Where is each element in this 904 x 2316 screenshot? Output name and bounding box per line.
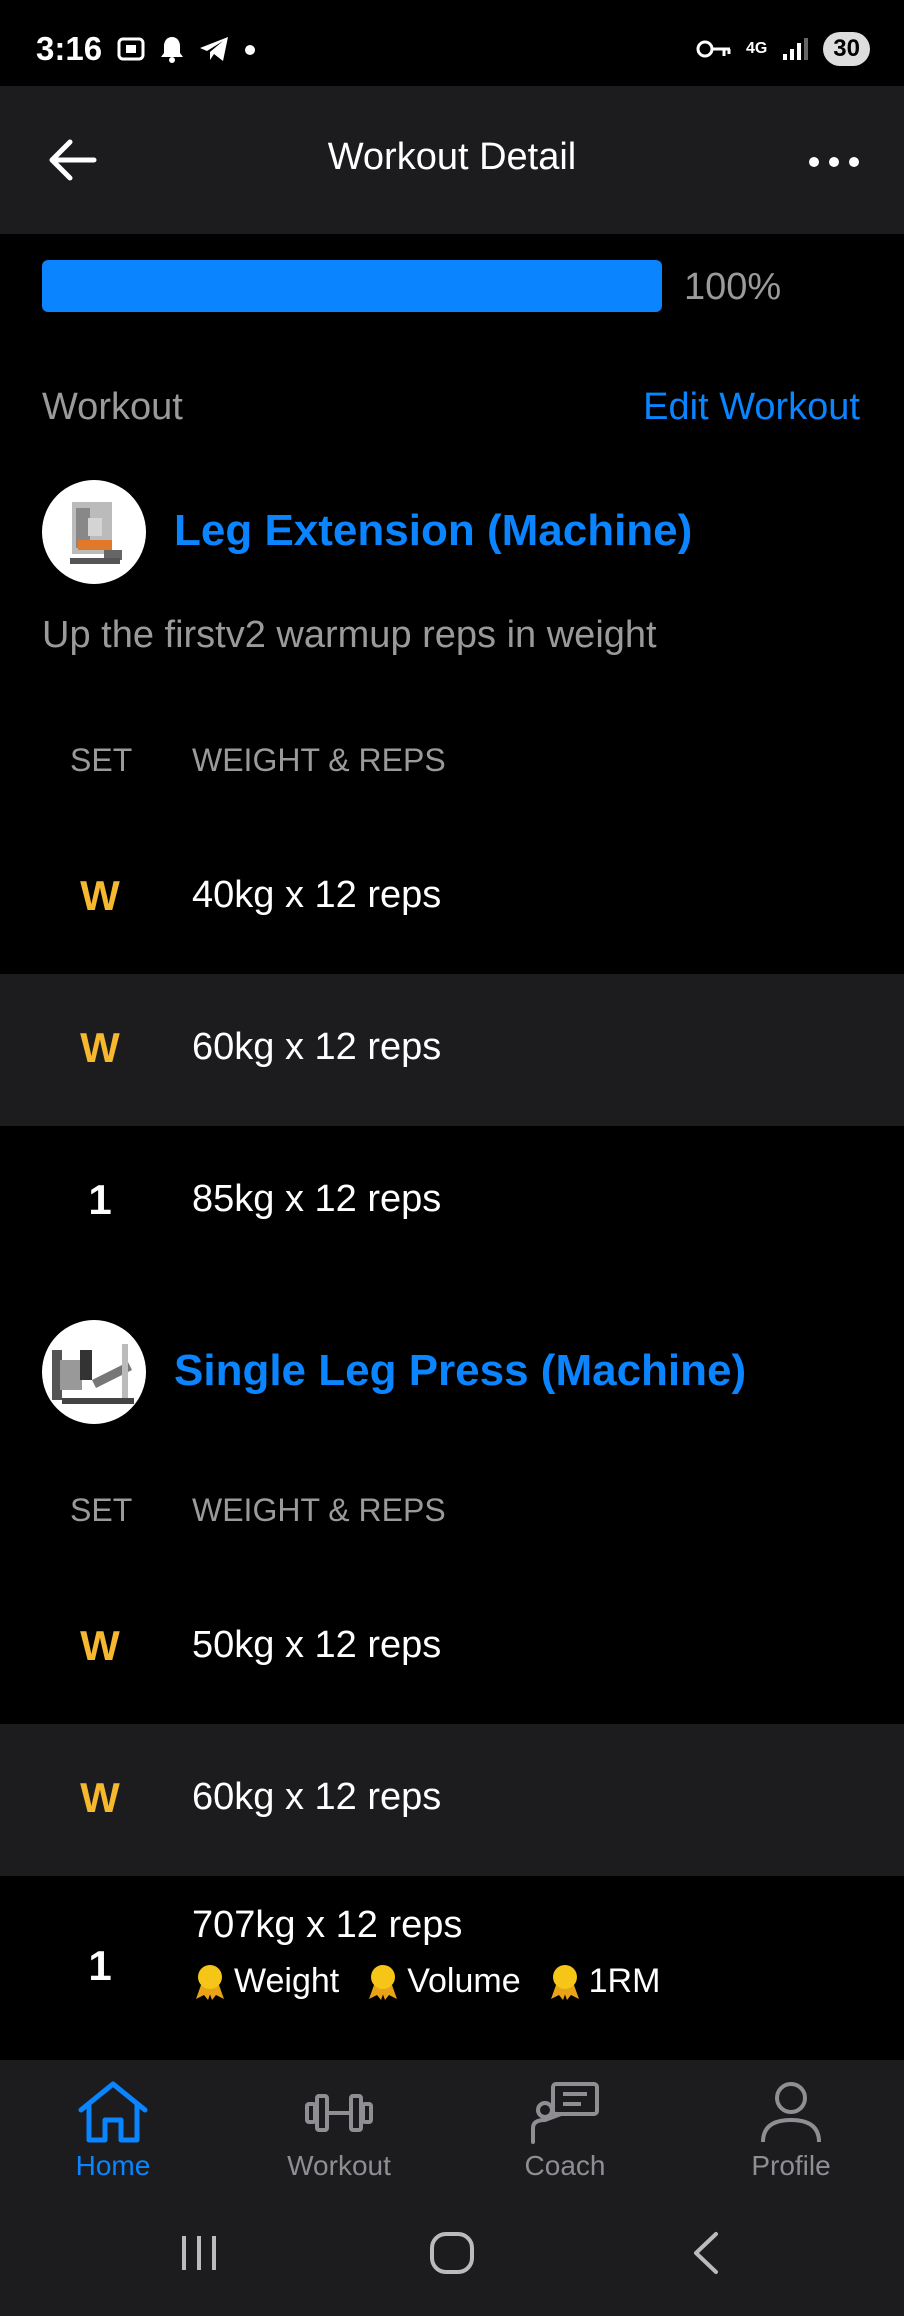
set-column-header: SET — [70, 742, 133, 778]
screenshot-icon — [117, 37, 145, 61]
weight-reps: 60kg x 12 reps — [192, 1776, 442, 1818]
set-number: 1 — [88, 1942, 112, 1989]
exercise-thumbnail[interactable] — [42, 1320, 146, 1424]
more-options-icon[interactable] — [804, 142, 864, 182]
section-heading: Workout — [42, 386, 183, 428]
home-icon — [78, 2081, 148, 2143]
recent-apps-icon[interactable] — [176, 2230, 222, 2276]
pr-badge: 1RM — [547, 1962, 661, 2001]
exercise-note: Up the firstv2 warmup reps in weight — [42, 614, 657, 656]
nav-item-profile[interactable]: Profile — [678, 2078, 904, 2182]
nav-label: Coach — [524, 2150, 606, 2181]
status-time: 3:16 — [36, 30, 103, 67]
pr-label: Weight — [234, 1962, 340, 2000]
network-type: 4G — [745, 40, 768, 57]
exercise-thumbnail[interactable] — [42, 480, 146, 584]
nav-item-home[interactable]: Home — [0, 2078, 226, 2182]
bell-icon — [161, 37, 183, 63]
medal-icon — [369, 1964, 398, 2000]
progress-percent: 100% — [684, 266, 782, 308]
nav-item-coach[interactable]: Coach — [452, 2078, 678, 2182]
bottom-navigation: Home Workout Coach Profile — [0, 2060, 904, 2194]
weight-reps: 50kg x 12 reps — [192, 1624, 442, 1666]
dot-icon — [245, 45, 255, 55]
set-row: 1 85kg x 12 reps — [0, 1126, 904, 1278]
set-row: W 50kg x 12 reps — [0, 1572, 904, 1724]
set-column-header: SET — [70, 1492, 133, 1528]
leg-extension-machine-icon — [70, 502, 122, 564]
progress-bar — [42, 260, 662, 312]
pr-badge: Volume — [365, 1962, 521, 2001]
pr-label: Volume — [407, 1962, 521, 2000]
set-number: W — [80, 872, 120, 919]
weight-reps: 60kg x 12 reps — [192, 1026, 442, 1068]
medal-icon — [550, 1964, 579, 2000]
signal-icon — [783, 38, 809, 60]
medal-icon — [196, 1964, 224, 2000]
weight-reps: 85kg x 12 reps — [192, 1178, 442, 1220]
system-navigation-bar — [0, 2194, 904, 2316]
set-number: W — [80, 1622, 120, 1669]
exercise-name[interactable]: Single Leg Press (Machine) — [174, 1346, 746, 1396]
status-right-icons: 4G 30 — [696, 32, 870, 66]
personal-record-badges: Weight Volume 1RM — [192, 1962, 660, 2001]
set-row: 1 707kg x 12 reps Weight Volume 1RM — [0, 1876, 904, 2060]
set-number: W — [80, 1774, 120, 1821]
weight-reps-column-header: WEIGHT & REPS — [192, 742, 446, 778]
weight-reps-column-header: WEIGHT & REPS — [192, 1492, 446, 1528]
set-row: W 60kg x 12 reps — [0, 974, 904, 1126]
set-number: W — [80, 1024, 120, 1071]
nav-label: Workout — [287, 2150, 391, 2181]
status-bar: 3:16 4G 30 — [0, 0, 904, 86]
status-left-icons — [116, 34, 258, 64]
set-row: W 60kg x 12 reps — [0, 1724, 904, 1876]
app-bar: Workout Detail — [0, 86, 904, 234]
weight-reps: 40kg x 12 reps — [192, 874, 442, 916]
page-title: Workout Detail — [327, 136, 577, 178]
weight-reps: 707kg x 12 reps — [192, 1904, 463, 1946]
exercise-name[interactable]: Leg Extension (Machine) — [174, 506, 692, 556]
pr-label: 1RM — [588, 1962, 661, 2000]
edit-workout-link[interactable]: Edit Workout — [643, 386, 860, 429]
nav-label: Profile — [751, 2150, 831, 2181]
set-row: W 40kg x 12 reps — [0, 822, 904, 974]
pr-badge: Weight — [192, 1962, 339, 2001]
coach-icon — [531, 2082, 599, 2144]
nav-label: Home — [75, 2150, 151, 2181]
battery-indicator: 30 — [823, 32, 870, 66]
leg-press-machine-icon — [52, 1344, 134, 1404]
telegram-icon — [200, 37, 228, 61]
set-number: 1 — [88, 1176, 112, 1223]
nav-item-workout[interactable]: Workout — [226, 2078, 452, 2182]
profile-icon — [761, 2082, 821, 2143]
vpn-key-icon — [696, 40, 731, 58]
system-back-icon[interactable] — [686, 2230, 726, 2276]
dumbbell-icon — [305, 2094, 373, 2132]
home-button-icon[interactable] — [428, 2230, 476, 2276]
progress-bar-fill — [42, 260, 662, 312]
